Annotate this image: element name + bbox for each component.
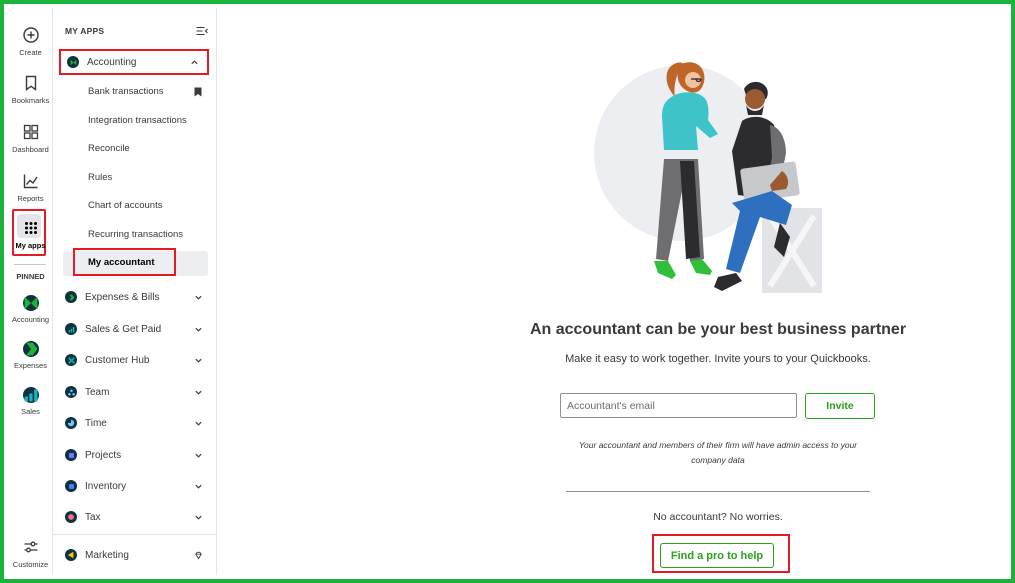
integration-transactions-link[interactable]: Integration transactions [88,115,187,126]
main-content: An accountant can be your best business … [218,8,1007,575]
accounting-app-icon [22,295,39,311]
projects-app[interactable]: Projects [65,447,209,463]
accountant-email-input[interactable] [560,393,797,418]
dashboard-label: Dashboard [12,145,49,154]
my-apps-heading: MY APPS [65,26,105,36]
chevron-down-icon [195,295,202,300]
reconcile-link[interactable]: Reconcile [88,143,130,154]
tax-app[interactable]: Tax [65,509,209,525]
expenses-icon [65,291,77,303]
tax-label: Tax [85,511,101,523]
admin-access-note: Your accountant and members of their fir… [578,440,858,465]
pinned-expenses-label: Expenses [14,361,47,370]
pinned-sales[interactable]: Sales [8,387,53,416]
team-app[interactable]: Team [65,384,209,400]
marketing-icon [65,549,77,561]
my-apps-label: My apps [15,241,46,250]
inventory-icon [65,480,77,492]
marketing-label: Marketing [85,549,129,561]
expenses-bills-label: Expenses & Bills [85,291,160,303]
time-app[interactable]: Time [65,415,209,431]
section-divider [566,491,870,492]
app-grid-icon [24,222,37,234]
bookmarks-button[interactable]: Bookmarks [8,74,53,105]
page-headline: An accountant can be your best business … [529,321,907,338]
tax-icon [65,511,77,523]
team-label: Team [85,386,110,398]
reports-label: Reports [17,194,44,203]
accounting-app-toggle[interactable]: Accounting [59,49,209,75]
pinned-accounting[interactable]: Accounting [8,295,53,324]
rules-link[interactable]: Rules [88,172,112,183]
dashboard-icon [23,124,38,140]
sales-get-paid-app[interactable]: Sales & Get Paid [65,321,209,337]
page-subtitle: Make it easy to work together. Invite yo… [565,353,871,365]
projects-icon [65,449,77,461]
plus-circle-icon [22,27,39,43]
team-icon [65,386,77,398]
sliders-icon [24,541,37,553]
chevron-down-icon [195,421,202,426]
bookmarks-label: Bookmarks [11,96,50,105]
my-apps-button[interactable]: My apps [8,219,53,250]
customize-button[interactable]: Customize [8,538,53,569]
expenses-bills-app[interactable]: Expenses & Bills [65,289,209,305]
pinned-accounting-label: Accounting [11,315,50,324]
no-accountant-text: No accountant? No worries. [653,511,783,523]
customer-hub-label: Customer Hub [85,354,150,366]
chevron-down-icon [195,390,202,395]
accountant-illustration [594,62,822,293]
inventory-label: Inventory [85,480,127,492]
chart-line-icon [23,174,38,189]
chevron-down-icon [195,327,202,332]
invite-button[interactable]: Invite [805,393,875,419]
sales-app-icon [22,387,39,403]
projects-label: Projects [85,449,122,461]
pinned-sales-label: Sales [21,407,40,416]
sales-icon [65,323,77,335]
time-label: Time [85,417,107,429]
customer-hub-app[interactable]: Customer Hub [65,352,209,368]
app-window: Create Bookmarks Dashboard Reports My ap… [8,8,1007,575]
left-rail: Create Bookmarks Dashboard Reports My ap… [8,8,53,575]
pinned-heading: PINNED [16,272,45,281]
bookmark-icon [25,75,36,91]
create-button[interactable]: Create [8,26,53,57]
dashboard-button[interactable]: Dashboard [8,123,53,154]
chevron-up-icon [191,60,198,65]
diamond-icon [195,551,202,560]
collapse-panel-icon[interactable] [196,26,208,36]
chevron-down-icon [195,515,202,520]
customer-hub-icon [65,354,77,366]
rail-divider [14,264,46,265]
inventory-app[interactable]: Inventory [65,478,209,494]
accounting-icon [67,56,79,68]
bank-transactions-link[interactable]: Bank transactions [88,86,164,97]
pinned-expenses[interactable]: Expenses [8,341,53,370]
chevron-down-icon [195,453,202,458]
my-apps-panel: MY APPS Accounting Bank transactions Int… [53,8,217,575]
recurring-transactions-link[interactable]: Recurring transactions [88,229,183,240]
create-label: Create [19,48,42,57]
find-pro-button[interactable]: Find a pro to help [660,543,774,568]
customize-label: Customize [12,560,49,569]
chevron-down-icon [195,484,202,489]
window-frame: Create Bookmarks Dashboard Reports My ap… [0,0,1015,583]
marketing-app[interactable]: Marketing [65,547,209,563]
my-accountant-link[interactable]: My accountant [73,248,176,276]
accounting-label: Accounting [87,56,137,68]
chevron-down-icon [195,358,202,363]
expenses-app-icon [22,341,39,357]
reports-button[interactable]: Reports [8,172,53,203]
time-icon [65,417,77,429]
bookmark-filled-icon[interactable] [194,87,202,97]
sales-get-paid-label: Sales & Get Paid [85,323,162,335]
chart-of-accounts-link[interactable]: Chart of accounts [88,200,162,211]
apps-divider [53,534,217,535]
